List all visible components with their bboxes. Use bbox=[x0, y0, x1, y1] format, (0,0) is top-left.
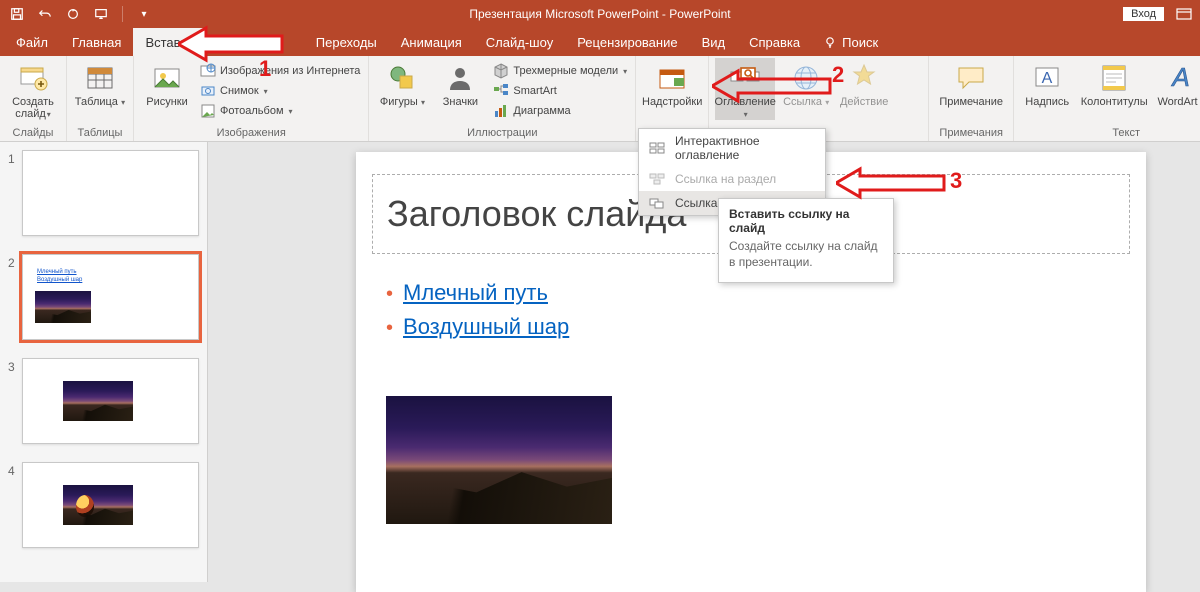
addins-button[interactable]: Надстройки bbox=[642, 58, 702, 108]
group-label-text: Текст bbox=[1020, 127, 1200, 141]
tooltip: Вставить ссылку на слайд Создайте ссылку… bbox=[718, 198, 894, 283]
link-1[interactable]: Млечный путь bbox=[403, 280, 548, 305]
tab-help[interactable]: Справка bbox=[737, 28, 812, 56]
window-title: Презентация Microsoft PowerPoint - Power… bbox=[469, 7, 730, 21]
group-slides: Создать слайд▾ Слайды bbox=[0, 56, 67, 141]
titlebar: ▾ Презентация Microsoft PowerPoint - Pow… bbox=[0, 0, 1200, 28]
table-button[interactable]: Таблица ▾ bbox=[73, 58, 127, 108]
ribbon-tabs: Файл Главная Вставка Переходы Анимация С… bbox=[0, 28, 1200, 56]
content-links: • Млечный путь • Воздушный шар bbox=[386, 280, 569, 348]
tell-me-label: Поиск bbox=[842, 35, 878, 50]
chart-button[interactable]: Диаграмма bbox=[491, 102, 629, 120]
thumb-2[interactable]: 2 Млечный путь Воздушный шар bbox=[0, 250, 207, 354]
comment-button[interactable]: Примечание bbox=[935, 58, 1007, 108]
thumb4-image bbox=[63, 485, 133, 525]
thumb-4[interactable]: 4 bbox=[0, 458, 207, 562]
screenshot-button[interactable]: Снимок▾ bbox=[198, 82, 362, 100]
link-icon bbox=[790, 62, 822, 94]
thumb-3[interactable]: 3 bbox=[0, 354, 207, 458]
group-label-illustrations: Иллюстрации bbox=[375, 127, 629, 141]
pictures-button[interactable]: Рисунки bbox=[140, 58, 194, 108]
link-button[interactable]: Ссылка ▾ bbox=[779, 58, 833, 108]
undo-icon[interactable] bbox=[38, 7, 52, 21]
photo-album-button[interactable]: Фотоальбом▾ bbox=[198, 102, 362, 120]
group-label-comments: Примечания bbox=[935, 127, 1007, 141]
thumb-1[interactable]: 1 bbox=[0, 146, 207, 250]
slide-image[interactable] bbox=[386, 396, 612, 524]
pictures-icon bbox=[151, 62, 183, 94]
group-label-tables: Таблицы bbox=[73, 127, 127, 141]
tab-animation[interactable]: Анимация bbox=[389, 28, 474, 56]
tab-home[interactable]: Главная bbox=[60, 28, 133, 56]
header-footer-button[interactable]: Колонтитулы bbox=[1078, 58, 1150, 108]
smartart-button[interactable]: SmartArt bbox=[491, 82, 629, 100]
action-icon bbox=[848, 62, 880, 94]
tab-transitions[interactable]: Переходы bbox=[206, 28, 389, 56]
new-slide-icon bbox=[17, 62, 49, 94]
online-pictures-button[interactable]: Изображения из Интернета bbox=[198, 62, 362, 80]
comment-icon bbox=[955, 62, 987, 94]
tooltip-body: Создайте ссылку на слайд в презентации. bbox=[729, 239, 883, 270]
icons-icon bbox=[444, 62, 476, 94]
3d-models-button[interactable]: Трехмерные модели ▾ bbox=[491, 62, 629, 80]
group-comments: Примечание Примечания bbox=[929, 56, 1014, 141]
redo-icon[interactable] bbox=[66, 7, 80, 21]
svg-text:A: A bbox=[1042, 70, 1053, 87]
tell-me-search[interactable]: Поиск bbox=[812, 28, 878, 56]
bullet-icon: • bbox=[386, 317, 393, 339]
wordart-button[interactable]: A WordArt ▾ bbox=[1154, 58, 1200, 108]
ribbon: Создать слайд▾ Слайды Таблица ▾ Таблицы … bbox=[0, 56, 1200, 142]
slide-thumbnails: 1 2 Млечный путь Воздушный шар 3 4 bbox=[0, 142, 208, 582]
tab-file[interactable]: Файл bbox=[4, 28, 60, 56]
ribbon-display-options-icon[interactable] bbox=[1176, 7, 1192, 21]
tooltip-title: Вставить ссылку на слайд bbox=[729, 207, 883, 235]
table-icon bbox=[84, 62, 116, 94]
tab-slideshow[interactable]: Слайд-шоу bbox=[474, 28, 565, 56]
qat-customize-icon[interactable]: ▾ bbox=[137, 7, 151, 21]
thumb3-image bbox=[63, 381, 133, 421]
thumb2-image bbox=[35, 291, 91, 323]
shapes-button[interactable]: Фигуры ▾ bbox=[375, 58, 429, 108]
svg-text:A: A bbox=[1171, 62, 1190, 92]
wordart-icon: A bbox=[1165, 62, 1197, 94]
tab-view[interactable]: Вид bbox=[690, 28, 738, 56]
tab-review[interactable]: Рецензирование bbox=[565, 28, 689, 56]
save-icon[interactable] bbox=[10, 7, 24, 21]
bullet-icon: • bbox=[386, 283, 393, 305]
addins-icon bbox=[656, 62, 688, 94]
login-button[interactable]: Вход bbox=[1123, 7, 1164, 21]
header-footer-icon bbox=[1098, 62, 1130, 94]
group-tables: Таблица ▾ Таблицы bbox=[67, 56, 134, 141]
group-label-slides: Слайды bbox=[6, 127, 60, 141]
qat-separator bbox=[122, 6, 123, 22]
shapes-icon bbox=[386, 62, 418, 94]
new-slide-button[interactable]: Создать слайд▾ bbox=[6, 58, 60, 120]
action-button[interactable]: Действие bbox=[837, 58, 891, 108]
tab-insert[interactable]: Вставка bbox=[133, 28, 205, 56]
toc-button[interactable]: Оглавление ▾ bbox=[715, 58, 775, 120]
link-2[interactable]: Воздушный шар bbox=[403, 314, 569, 339]
textbox-button[interactable]: A Надпись bbox=[1020, 58, 1074, 108]
dd-interactive-toc[interactable]: Интерактивное оглавление bbox=[639, 129, 825, 167]
group-illustrations: Фигуры ▾ Значки Трехмерные модели ▾ Smar… bbox=[369, 56, 636, 141]
icons-button[interactable]: Значки bbox=[433, 58, 487, 108]
slideshow-from-start-icon[interactable] bbox=[94, 7, 108, 21]
group-images: Рисунки Изображения из Интернета Снимок▾… bbox=[134, 56, 369, 141]
group-text: A Надпись Колонтитулы A WordArt ▾ # bbox=[1014, 56, 1200, 141]
textbox-icon: A bbox=[1031, 62, 1063, 94]
dd-section-link: Ссылка на раздел bbox=[639, 167, 825, 191]
main-area: 1 2 Млечный путь Воздушный шар 3 4 bbox=[0, 142, 1200, 582]
toc-icon bbox=[729, 62, 761, 94]
group-label-images: Изображения bbox=[140, 127, 362, 141]
